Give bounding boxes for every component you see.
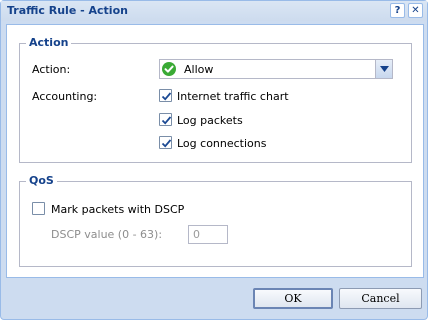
- dscp-value-field[interactable]: 0: [188, 225, 228, 244]
- action-select-value: Allow: [184, 63, 214, 76]
- ok-button[interactable]: OK: [253, 288, 333, 309]
- log-connections-checkbox[interactable]: [159, 136, 172, 149]
- dialog-title: Traffic Rule - Action: [7, 4, 128, 17]
- mark-packets-dscp-checkbox[interactable]: [32, 202, 45, 215]
- close-icon[interactable]: ✕: [408, 3, 423, 18]
- accounting-label: Accounting:: [32, 90, 98, 103]
- help-icon[interactable]: ?: [390, 3, 405, 18]
- cancel-button[interactable]: Cancel: [339, 288, 422, 309]
- chevron-down-icon[interactable]: [375, 60, 392, 78]
- traffic-rule-action-dialog: Traffic Rule - Action ? ✕ Action Action:…: [0, 0, 428, 320]
- mark-packets-dscp-label: Mark packets with DSCP: [51, 203, 185, 216]
- internet-traffic-chart-checkbox[interactable]: [159, 89, 172, 102]
- action-legend: Action: [26, 36, 72, 49]
- log-connections-label: Log connections: [177, 137, 267, 150]
- log-packets-label: Log packets: [177, 114, 243, 127]
- dscp-value-label: DSCP value (0 - 63):: [51, 228, 163, 241]
- title-bar[interactable]: Traffic Rule - Action ? ✕: [1, 1, 427, 21]
- action-select[interactable]: Allow: [159, 59, 393, 79]
- action-label: Action:: [32, 63, 71, 76]
- internet-traffic-chart-label: Internet traffic chart: [177, 90, 289, 103]
- dialog-body: Action Action: Allow Accounting: Interne…: [6, 24, 424, 278]
- qos-fieldset: QoS Mark packets with DSCP DSCP value (0…: [19, 174, 412, 267]
- action-fieldset: Action Action: Allow Accounting: Interne…: [19, 36, 412, 163]
- log-packets-checkbox[interactable]: [159, 113, 172, 126]
- qos-legend: QoS: [26, 174, 57, 187]
- check-circle-icon: [162, 62, 176, 76]
